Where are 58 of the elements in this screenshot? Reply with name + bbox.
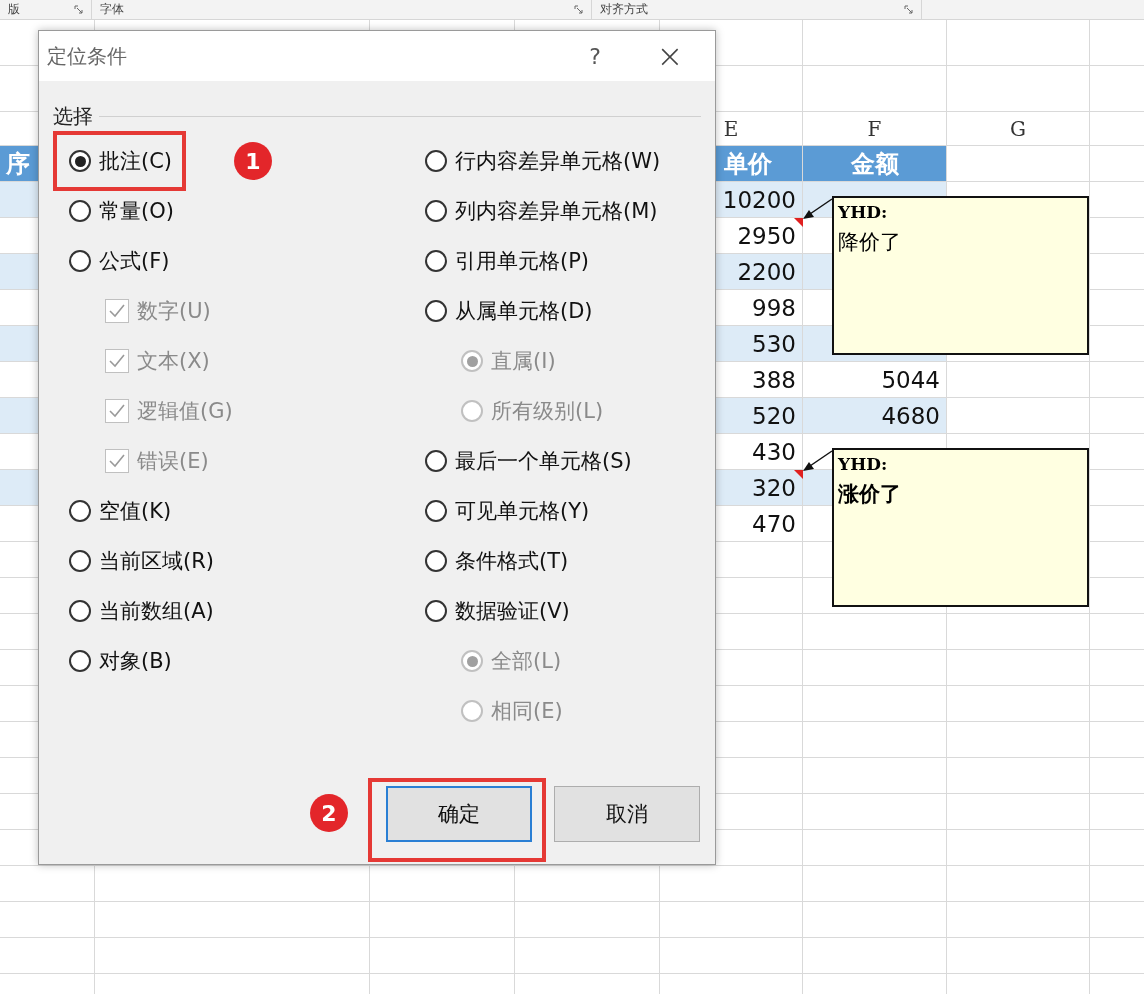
- table-header: 金额: [803, 146, 947, 182]
- option-label[interactable]: 当前区域(R): [99, 547, 214, 575]
- radio-button[interactable]: [425, 300, 447, 322]
- radio-button[interactable]: [425, 200, 447, 222]
- group-label: 字体: [100, 1, 124, 18]
- option-label[interactable]: 批注(C): [99, 147, 173, 175]
- step-badge: 2: [310, 794, 348, 832]
- option-label[interactable]: 可见单元格(Y): [455, 497, 590, 525]
- option-label[interactable]: 最后一个单元格(S): [455, 447, 632, 475]
- comment-text: 降价了: [838, 229, 901, 256]
- radio-button[interactable]: [69, 250, 91, 272]
- radio-button[interactable]: [69, 150, 91, 172]
- radio-button[interactable]: [69, 500, 91, 522]
- option-label[interactable]: 条件格式(T): [455, 547, 569, 575]
- option-label[interactable]: 行内容差异单元格(W): [455, 147, 661, 175]
- check-icon: [109, 454, 125, 468]
- comment-author: YHD:: [838, 454, 888, 474]
- group-label: 对齐方式: [600, 1, 648, 18]
- step-badge: 1: [234, 142, 272, 180]
- check-icon: [109, 354, 125, 368]
- close-button[interactable]: ×: [625, 31, 715, 81]
- radio-button[interactable]: [69, 650, 91, 672]
- option-label[interactable]: 空值(K): [99, 497, 172, 525]
- option-label[interactable]: 当前数组(A): [99, 597, 214, 625]
- launcher-icon[interactable]: [904, 5, 913, 14]
- radio-button[interactable]: [425, 250, 447, 272]
- comment-text: 涨价了: [838, 481, 901, 508]
- option-label[interactable]: 数据验证(V): [455, 597, 570, 625]
- radio-button[interactable]: [69, 550, 91, 572]
- launcher-icon[interactable]: [574, 5, 583, 14]
- radio-button[interactable]: [69, 200, 91, 222]
- radio-button[interactable]: [69, 600, 91, 622]
- dialog-title: 定位条件: [47, 42, 128, 70]
- comment-author: YHD:: [838, 202, 888, 222]
- option-label[interactable]: 从属单元格(D): [455, 297, 593, 325]
- radio-button[interactable]: [425, 500, 447, 522]
- radio-button[interactable]: [425, 550, 447, 572]
- radio-button[interactable]: [425, 450, 447, 472]
- launcher-icon[interactable]: [74, 5, 83, 14]
- option-label[interactable]: 列内容差异单元格(M): [455, 197, 658, 225]
- radio-button[interactable]: [425, 600, 447, 622]
- column-header: F: [803, 112, 947, 146]
- option-label[interactable]: 引用单元格(P): [455, 247, 590, 275]
- column-header: G: [947, 112, 1090, 146]
- help-button[interactable]: ?: [565, 31, 625, 81]
- table-cell: 5044: [803, 362, 947, 398]
- option-label[interactable]: 对象(B): [99, 647, 172, 675]
- table-cell: 4680: [803, 398, 947, 434]
- check-icon: [109, 404, 125, 418]
- option-label[interactable]: 公式(F): [99, 247, 170, 275]
- dialog-button[interactable]: 确定: [386, 786, 532, 842]
- section-label: 选择: [53, 103, 93, 130]
- option-label[interactable]: 常量(O): [99, 197, 174, 225]
- check-icon: [109, 304, 125, 318]
- table-header: 序: [6, 148, 30, 180]
- group-label: 版: [8, 1, 20, 18]
- dialog-button[interactable]: 取消: [554, 786, 700, 842]
- radio-button[interactable]: [425, 150, 447, 172]
